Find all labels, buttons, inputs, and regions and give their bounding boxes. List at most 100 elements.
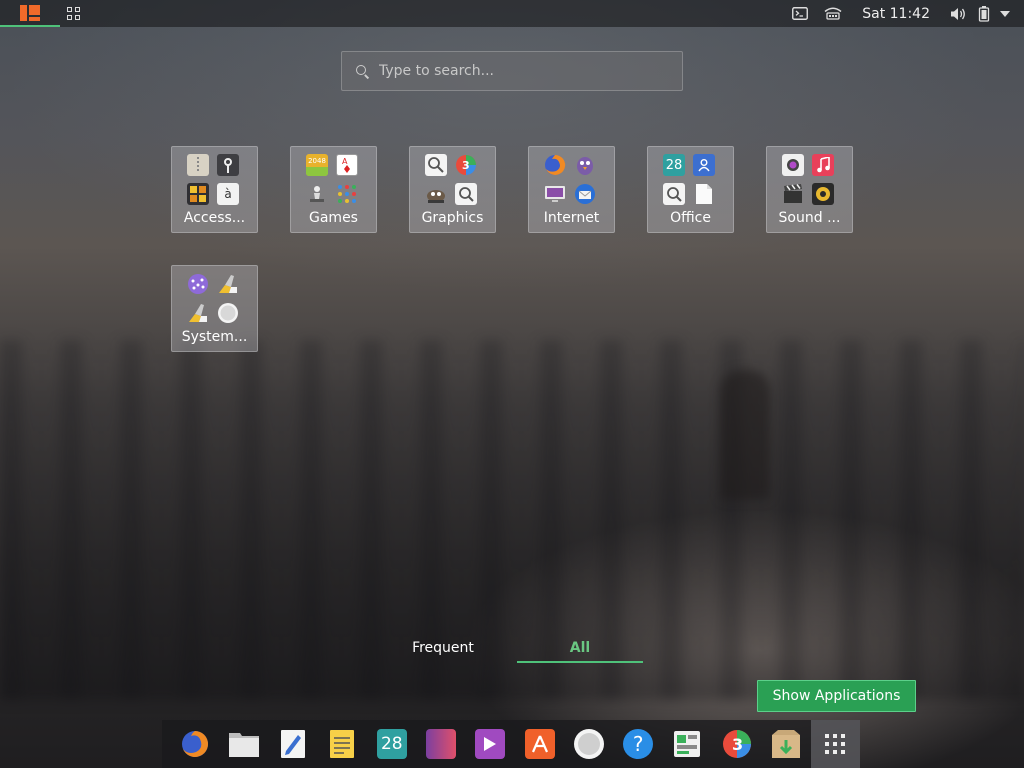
cleaner-icon	[217, 273, 239, 295]
map-pin-icon	[217, 154, 239, 176]
folder-label: Internet	[543, 210, 600, 226]
app-menu-button[interactable]	[0, 0, 60, 27]
character-map-icon: à	[217, 183, 239, 205]
dock-item-3d[interactable]: 3	[712, 720, 761, 768]
folder-label: Graphics	[421, 210, 484, 226]
dock-item-calendar[interactable]: 28	[367, 720, 416, 768]
folder-graphics[interactable]: 3 Graphics	[409, 146, 496, 233]
viewer-icon	[425, 154, 447, 176]
svg-text:A: A	[342, 157, 348, 166]
network-tray-button[interactable]	[816, 0, 850, 27]
cleaner-2-icon	[187, 302, 209, 324]
archive-icon	[187, 154, 209, 176]
folder-office[interactable]: 28 Office	[647, 146, 734, 233]
terminal-tray-button[interactable]	[784, 0, 816, 27]
network-icon	[824, 7, 842, 20]
dock-item-archive-manager[interactable]	[761, 720, 810, 768]
folder-games[interactable]: 2048 A Games	[290, 146, 377, 233]
2048-icon: 2048	[306, 154, 328, 176]
tab-frequent[interactable]: Frequent	[376, 637, 510, 663]
search-icon	[356, 64, 370, 79]
speaker-icon	[812, 183, 834, 205]
search-box[interactable]	[341, 51, 683, 91]
calculator-icon	[187, 183, 209, 205]
files-icon	[228, 733, 259, 757]
3d-icon: 3	[455, 154, 477, 176]
svg-text:3: 3	[732, 735, 743, 754]
volume-icon	[951, 7, 965, 20]
folder-sound-video[interactable]: Sound ...	[766, 146, 853, 233]
app-menu-logo-icon	[20, 4, 40, 21]
terminal-icon	[792, 7, 809, 20]
thunderbird-icon	[574, 183, 596, 205]
panel-right: Sat 11:42	[784, 0, 1024, 27]
dock-item-videos[interactable]	[466, 720, 515, 768]
firefox-icon	[181, 731, 208, 757]
system-monitor-icon	[674, 731, 701, 757]
settings-orb-icon	[187, 273, 209, 295]
text-editor-icon	[281, 730, 306, 758]
dock-item-files[interactable]	[219, 720, 268, 768]
folder-label: Access...	[183, 210, 246, 226]
firefox-icon	[544, 154, 566, 176]
calendar-icon: 28	[376, 729, 407, 759]
workspaces-button[interactable]	[60, 0, 86, 27]
wallpaper-figure	[720, 370, 770, 500]
disk-icon	[217, 302, 239, 324]
camera-icon	[782, 154, 804, 176]
photos-icon	[426, 729, 457, 759]
svg-text:3: 3	[462, 159, 470, 172]
battery-icon	[978, 5, 990, 22]
folder-internet[interactable]: Internet	[528, 146, 615, 233]
videos-icon	[475, 729, 506, 759]
search-input[interactable]	[379, 63, 659, 79]
dock-item-photos[interactable]	[416, 720, 465, 768]
remote-desktop-icon	[544, 183, 566, 205]
gimp-icon	[425, 183, 447, 205]
chevron-down-icon	[1000, 10, 1010, 17]
notes-icon	[330, 730, 355, 758]
dock-item-system-monitor[interactable]	[663, 720, 712, 768]
document-viewer-icon	[663, 183, 685, 205]
folder-system[interactable]: System...	[171, 265, 258, 352]
dock-item-help[interactable]: ?	[614, 720, 663, 768]
calendar-icon: 28	[663, 154, 685, 176]
view-tabs: Frequent All	[376, 637, 643, 665]
help-icon: ?	[623, 729, 654, 759]
lines-icon	[336, 183, 358, 205]
dock: 28 ? 3	[162, 720, 860, 768]
magnifier-icon	[455, 183, 477, 205]
music-icon	[812, 154, 834, 176]
folder-accessories[interactable]: à Access...	[171, 146, 258, 233]
cards-icon: A	[336, 154, 358, 176]
chess-icon	[306, 183, 328, 205]
folder-label: Sound ...	[778, 210, 841, 226]
archive-manager-icon	[772, 730, 801, 758]
tab-all[interactable]: All	[517, 637, 643, 663]
dock-item-notes[interactable]	[318, 720, 367, 768]
folder-label: System...	[181, 329, 248, 345]
folder-label: Office	[670, 210, 711, 226]
pidgin-icon	[574, 154, 596, 176]
contacts-icon	[693, 154, 715, 176]
disk-icon	[573, 729, 604, 759]
dock-item-disk[interactable]	[564, 720, 613, 768]
system-menu-button[interactable]	[994, 0, 1016, 27]
software-center-icon	[524, 729, 555, 759]
volume-tray-button[interactable]	[942, 0, 974, 27]
panel-left	[0, 0, 86, 27]
dock-item-firefox[interactable]	[170, 720, 219, 768]
show-applications-button[interactable]: Show Applications	[757, 680, 916, 712]
3d-icon: 3	[722, 730, 751, 758]
folder-label: Games	[309, 210, 358, 226]
dock-item-show-apps[interactable]	[810, 720, 860, 768]
dock-item-text-editor[interactable]	[269, 720, 318, 768]
show-apps-grid-icon	[825, 734, 846, 754]
battery-tray-button[interactable]	[974, 0, 994, 27]
clock[interactable]: Sat 11:42	[850, 0, 942, 27]
video-editor-icon	[782, 183, 804, 205]
top-panel: Sat 11:42	[0, 0, 1024, 27]
dock-item-software-center[interactable]	[515, 720, 564, 768]
document-icon	[693, 183, 715, 205]
workspaces-grid-icon	[66, 7, 80, 20]
